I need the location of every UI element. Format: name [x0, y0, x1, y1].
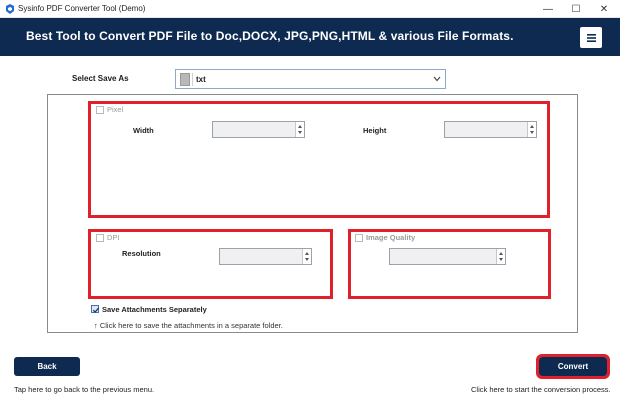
convert-button[interactable]: Convert [536, 354, 610, 379]
image-quality-checkbox[interactable] [355, 234, 363, 242]
width-input[interactable] [212, 121, 305, 138]
image-quality-checkbox-label: Image Quality [366, 233, 416, 242]
image-quality-spinner[interactable] [496, 249, 505, 264]
save-attachments-hint: ↑ Click here to save the attachments in … [94, 321, 283, 330]
width-spinner[interactable] [295, 122, 304, 137]
checkmark-icon [92, 307, 100, 313]
image-quality-input[interactable] [389, 248, 506, 265]
spin-down-icon[interactable] [298, 131, 302, 134]
maximize-button[interactable]: ☐ [562, 0, 590, 18]
resolution-label: Resolution [122, 249, 161, 258]
spin-down-icon[interactable] [499, 258, 503, 261]
spin-up-icon[interactable] [305, 252, 309, 255]
back-hint: Tap here to go back to the previous menu… [14, 385, 155, 394]
spin-down-icon[interactable] [530, 131, 534, 134]
resolution-input[interactable] [219, 248, 312, 265]
window-title: Sysinfo PDF Converter Tool (Demo) [18, 4, 146, 13]
hamburger-menu-icon [586, 33, 596, 42]
app-logo-icon [6, 4, 14, 14]
chevron-down-icon [433, 76, 441, 82]
menu-button[interactable] [580, 27, 602, 48]
minimize-button[interactable]: — [534, 0, 562, 18]
width-label: Width [133, 126, 154, 135]
save-attachments-label: Save Attachments Separately [102, 305, 207, 314]
convert-hint: Click here to start the conversion proce… [471, 385, 611, 394]
back-button[interactable]: Back [14, 357, 80, 376]
save-as-dropdown[interactable]: txt [175, 69, 446, 89]
header-title: Best Tool to Convert PDF File to Doc,DOC… [26, 29, 514, 43]
height-input[interactable] [444, 121, 537, 138]
pixel-checkbox-label: Pixel [107, 105, 124, 114]
app-header: Best Tool to Convert PDF File to Doc,DOC… [0, 18, 620, 56]
save-as-label: Select Save As [72, 74, 129, 83]
save-attachments-checkbox[interactable] [91, 305, 100, 313]
window-titlebar: Sysinfo PDF Converter Tool (Demo) — ☐ ✕ [0, 0, 620, 18]
height-spinner[interactable] [527, 122, 536, 137]
save-as-selected-value: txt [196, 75, 206, 84]
dpi-checkbox-label: DPI [107, 233, 120, 242]
resolution-spinner[interactable] [302, 249, 311, 264]
dropdown-divider [192, 73, 193, 86]
close-button[interactable]: ✕ [590, 0, 618, 18]
spin-up-icon[interactable] [530, 125, 534, 128]
dpi-checkbox[interactable] [96, 234, 104, 242]
height-label: Height [363, 126, 387, 135]
spin-down-icon[interactable] [305, 258, 309, 261]
pixel-checkbox[interactable] [96, 106, 104, 114]
spin-up-icon[interactable] [298, 125, 302, 128]
spin-up-icon[interactable] [499, 252, 503, 255]
file-type-icon [180, 73, 190, 86]
pixel-highlight-box [88, 101, 550, 218]
